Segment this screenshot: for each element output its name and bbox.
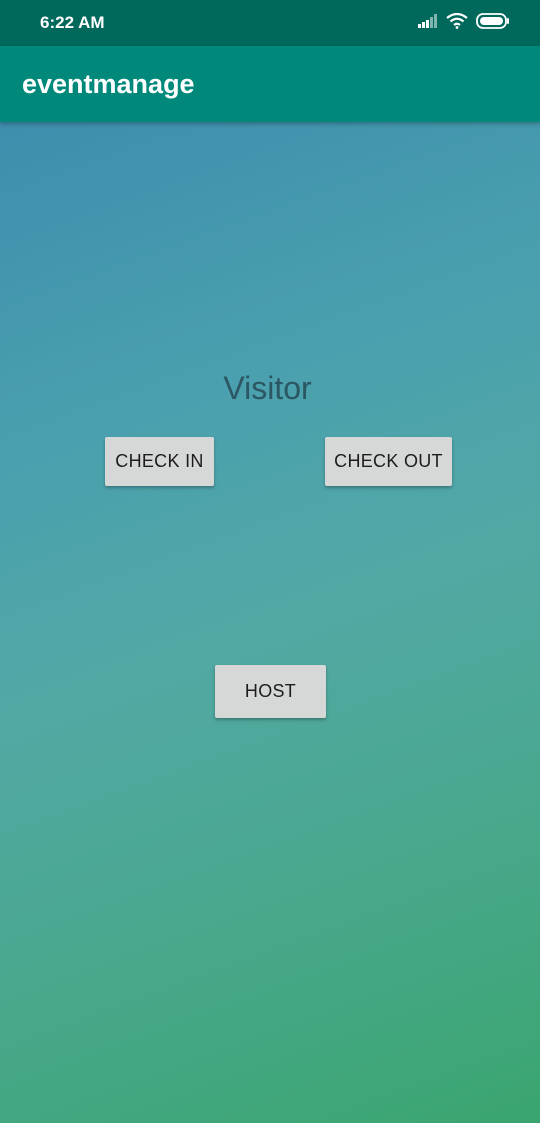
wifi-icon (446, 12, 468, 34)
visitor-heading: Visitor (223, 370, 312, 406)
status-icons (418, 12, 510, 34)
signal-icon (418, 13, 438, 33)
status-bar: 6:22 AM (0, 0, 540, 46)
status-time: 6:22 AM (40, 13, 105, 32)
battery-icon (476, 12, 510, 34)
check-out-button[interactable]: CHECK OUT (325, 437, 452, 486)
app-title: eventmanage (22, 69, 195, 99)
check-in-button[interactable]: CHECK IN (105, 437, 214, 486)
host-button[interactable]: HOST (215, 665, 326, 718)
app-bar: eventmanage (0, 46, 540, 122)
